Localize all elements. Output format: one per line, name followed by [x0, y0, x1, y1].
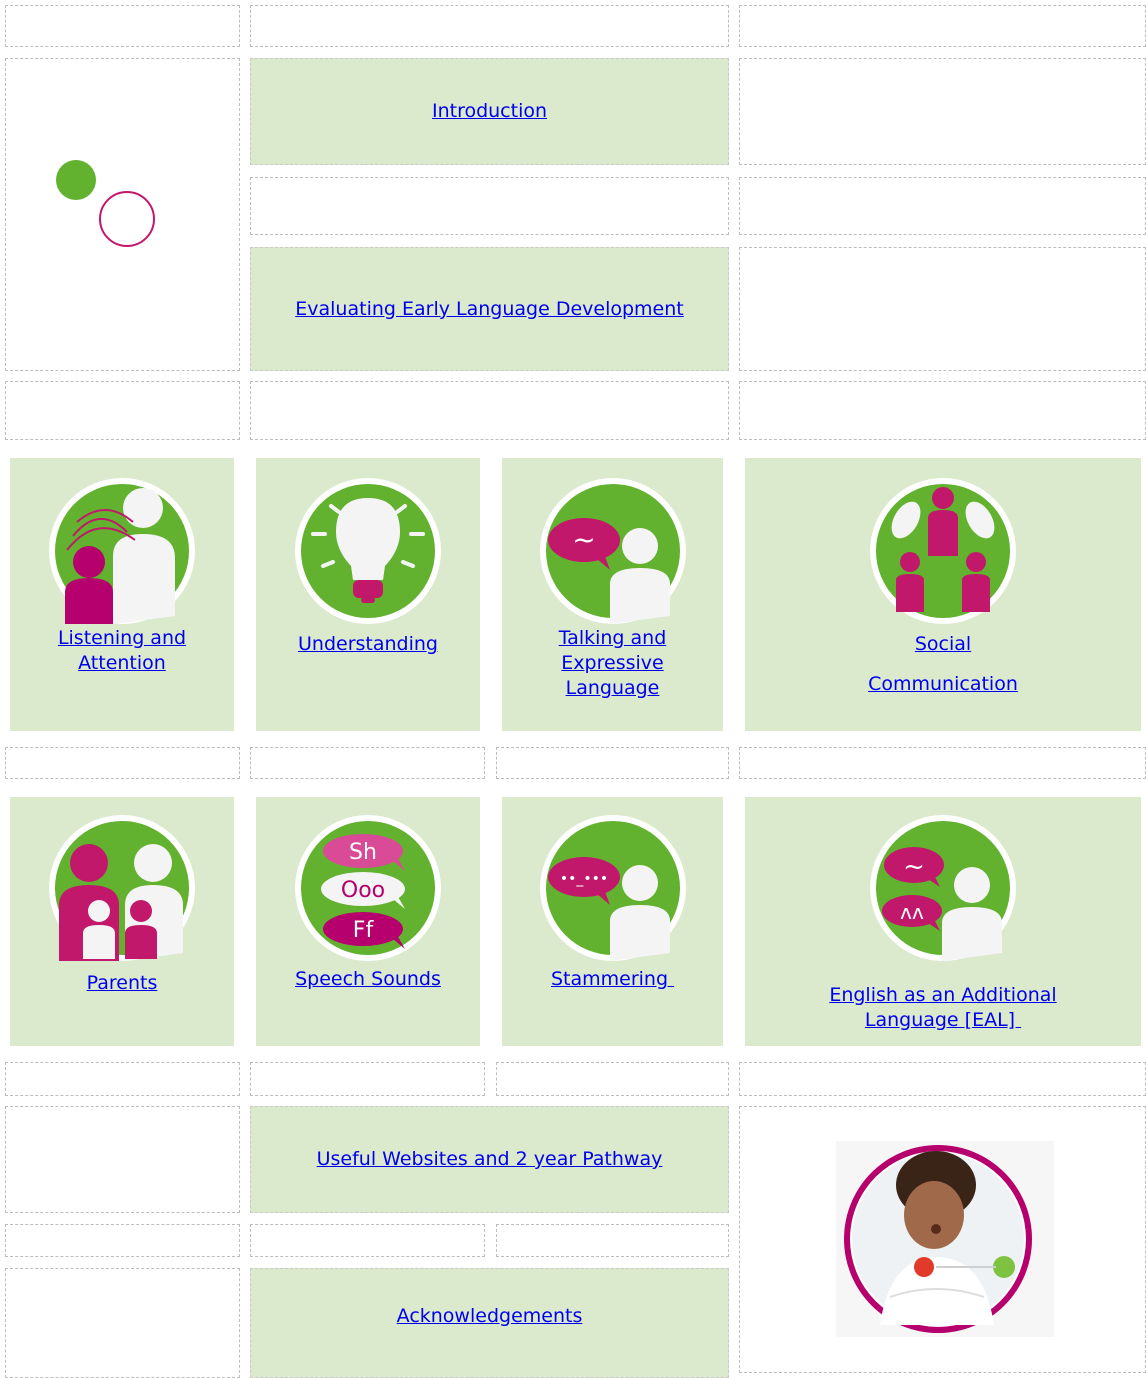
svg-text:Sh: Sh: [349, 840, 377, 865]
speech-sounds-link[interactable]: Speech Sounds: [295, 967, 441, 992]
introduction-cell: Introduction: [250, 58, 729, 165]
label-line: Attention: [78, 652, 166, 674]
label-line: Social: [914, 633, 972, 655]
useful-websites-link[interactable]: Useful Websites and 2 year Pathway: [317, 1147, 663, 1172]
tile-eal[interactable]: ~ ʌʌ English as an Additional Language […: [745, 797, 1141, 1046]
logo-cell: [5, 58, 240, 371]
tile-stammering[interactable]: ••_••• Stammering: [502, 797, 723, 1046]
layout-cell: [5, 1268, 240, 1378]
layout-cell: [739, 58, 1146, 165]
family-icon: [49, 815, 195, 961]
stammering-icon: ••_•••: [539, 815, 686, 961]
svg-text:ʌʌ: ʌʌ: [900, 900, 924, 924]
tile-parents[interactable]: Parents: [10, 797, 234, 1046]
speech-sounds-icon: Sh Ooo Ff: [295, 815, 441, 961]
evaluating-link[interactable]: Evaluating Early Language Development: [295, 297, 683, 322]
layout-cell: [739, 247, 1146, 371]
layout-cell: [250, 381, 729, 440]
layout-cell: [739, 747, 1146, 779]
acknowledgements-link[interactable]: Acknowledgements: [397, 1304, 583, 1329]
label-line: Talking and: [558, 627, 667, 649]
layout-cell: [5, 1106, 240, 1213]
tile-talking[interactable]: ~ Talking and Expressive Language: [502, 458, 723, 731]
svg-text:••_•••: ••_•••: [559, 871, 607, 887]
child-photo: [836, 1141, 1054, 1337]
tile-social[interactable]: Social Communication: [745, 458, 1141, 731]
listening-link[interactable]: Listening and Attention: [58, 626, 186, 676]
understanding-link[interactable]: Understanding: [298, 632, 438, 657]
tile-speech-sounds[interactable]: Sh Ooo Ff Speech Sounds: [256, 797, 480, 1046]
tile-listening[interactable]: Listening and Attention: [10, 458, 234, 731]
layout-cell: [5, 381, 240, 440]
lightbulb-icon: [295, 478, 441, 624]
label-line: Communication: [868, 673, 1018, 695]
layout-cell: [250, 1062, 485, 1096]
layout-cell: [5, 1224, 240, 1257]
svg-text:~: ~: [903, 852, 925, 882]
listening-icon: [49, 478, 195, 624]
eal-icon: ~ ʌʌ: [870, 815, 1016, 961]
layout-cell: [739, 5, 1146, 47]
photo-cell: [739, 1106, 1146, 1373]
social-group-icon: [870, 478, 1016, 624]
label-line: Parents: [86, 972, 158, 994]
stammering-link[interactable]: Stammering: [551, 967, 674, 992]
eal-link[interactable]: English as an Additional Language [EAL]: [829, 983, 1056, 1033]
acknowledgements-cell: Acknowledgements: [250, 1268, 729, 1378]
label-line: Speech Sounds: [295, 968, 441, 990]
layout-cell: [250, 5, 729, 47]
useful-websites-cell: Useful Websites and 2 year Pathway: [250, 1106, 729, 1213]
evaluating-cell: Evaluating Early Language Development: [250, 247, 729, 371]
layout-cell: [5, 747, 240, 779]
social-communication-link[interactable]: Social Communication: [868, 632, 1018, 697]
talking-link[interactable]: Talking and Expressive Language: [559, 626, 667, 701]
layout-cell: [250, 747, 485, 779]
parents-link[interactable]: Parents: [87, 971, 158, 996]
label-line: Language: [565, 677, 660, 699]
svg-text:~: ~: [572, 523, 595, 556]
talking-icon: ~: [539, 478, 686, 624]
svg-text:Ff: Ff: [353, 918, 375, 943]
label-line: Language [EAL]: [864, 1009, 1022, 1031]
layout-cell: [739, 1062, 1146, 1096]
label-line: Expressive: [561, 652, 664, 674]
label-line: Stammering: [550, 968, 675, 990]
layout-cell: [5, 1062, 240, 1096]
svg-text:Ooo: Ooo: [341, 878, 385, 903]
layout-cell: [739, 177, 1146, 235]
layout-cell: [250, 177, 729, 235]
label-line: Listening and: [57, 627, 187, 649]
layout-cell: [496, 747, 729, 779]
label-line: English as an Additional: [829, 984, 1057, 1006]
logo-circles-icon: [56, 160, 155, 247]
introduction-link[interactable]: Introduction: [432, 99, 547, 124]
tile-understanding[interactable]: Understanding: [256, 458, 480, 731]
layout-cell: [496, 1062, 729, 1096]
label-line: Understanding: [298, 633, 438, 655]
layout-cell: [5, 5, 240, 47]
layout-cell: [250, 1224, 485, 1257]
layout-cell: [739, 381, 1146, 440]
layout-cell: [496, 1224, 729, 1257]
